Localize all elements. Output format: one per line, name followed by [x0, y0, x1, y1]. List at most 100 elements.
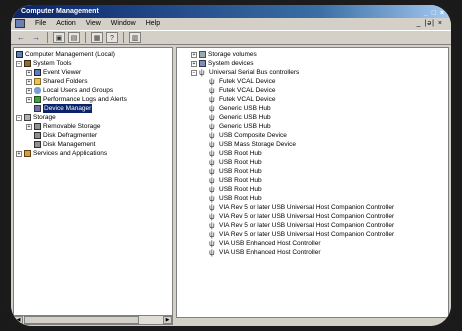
device-item[interactable]: ψ USB Root Hub [209, 149, 262, 158]
device-manager-icon [34, 105, 41, 112]
tree-item-label: Computer Management (Local) [25, 51, 115, 58]
mdi-controls[interactable]: _ |ə| × [417, 18, 443, 30]
device-category-storage-volumes[interactable]: + Storage volumes [191, 50, 257, 59]
device-label: USB Root Hub [219, 177, 262, 184]
device-item[interactable]: ψ VIA USB Enhanced Host Controller [209, 239, 321, 248]
device-category-label: Universal Serial Bus controllers [209, 69, 300, 76]
device-item[interactable]: ψ Generic USB Hub [209, 113, 271, 122]
tree-item-storage[interactable]: − Storage [16, 113, 56, 122]
device-list[interactable]: + Storage volumes + System devices − ψ U… [176, 47, 449, 325]
forward-icon[interactable]: → [30, 32, 42, 43]
device-category-usb-controllers[interactable]: − ψ Universal Serial Bus controllers [191, 68, 299, 77]
tree-item-system-tools[interactable]: − System Tools [16, 59, 72, 68]
usb-icon: ψ [209, 203, 215, 212]
device-item[interactable]: ψ Futek VCAL Device [209, 95, 275, 104]
tree-item-label: System Tools [33, 60, 72, 67]
device-label: USB Root Hub [219, 150, 262, 157]
menu-file[interactable]: File [35, 18, 46, 30]
tree-item-label: Disk Management [43, 141, 96, 148]
tree-item-event-viewer[interactable]: + Event Viewer [26, 68, 81, 77]
window-title: Computer Management [21, 8, 99, 15]
expand-icon[interactable]: + [191, 60, 197, 67]
title-bar[interactable]: Computer Management _ □ × [11, 5, 451, 18]
expand-icon[interactable]: + [26, 69, 32, 76]
properties-icon[interactable]: ▤ [68, 32, 80, 43]
scroll-right-icon[interactable]: ▶ [163, 316, 172, 324]
users-icon [34, 87, 41, 94]
toolbar-separator [47, 32, 48, 43]
device-item[interactable]: ψ USB Mass Storage Device [209, 140, 296, 149]
device-item[interactable]: ψ USB Root Hub [209, 194, 262, 203]
scroll-left-icon[interactable]: ◀ [14, 316, 23, 324]
tree-item-services[interactable]: + Services and Applications [16, 149, 107, 158]
device-label: VIA USB Enhanced Host Controller [219, 249, 321, 256]
usb-icon: ψ [209, 86, 215, 95]
toolbar: ← → ▣ ▤ ▦ ? ▥ [11, 30, 451, 45]
expand-icon[interactable]: + [26, 123, 32, 130]
usb-icon: ψ [209, 248, 215, 257]
menu-action[interactable]: Action [56, 18, 75, 30]
back-icon[interactable]: ← [15, 32, 27, 43]
tree-item-local-users[interactable]: + Local Users and Groups [26, 86, 113, 95]
device-label: USB Root Hub [219, 186, 262, 193]
menu-bar: File Action View Window Help _ |ə| × [11, 18, 451, 30]
device-item[interactable]: ψ VIA Rev 5 or later USB Universal Host C… [209, 221, 394, 230]
usb-icon: ψ [209, 176, 215, 185]
device-item[interactable]: ψ Generic USB Hub [209, 104, 271, 113]
tree-item-shared-folders[interactable]: + Shared Folders [26, 77, 87, 86]
expand-icon[interactable]: + [191, 51, 197, 58]
expand-icon[interactable]: + [26, 96, 32, 103]
device-item[interactable]: ψ Futek VCAL Device [209, 77, 275, 86]
collapse-icon[interactable]: − [191, 69, 197, 76]
tree-item-disk-defragmenter[interactable]: Disk Defragmenter [34, 131, 97, 140]
help-icon[interactable]: ? [106, 32, 118, 43]
refresh-icon[interactable]: ▥ [129, 32, 141, 43]
tree-item-label: Shared Folders [43, 78, 88, 85]
collapse-icon[interactable]: − [16, 60, 22, 67]
usb-icon: ψ [209, 140, 215, 149]
console-tree[interactable]: Computer Management (Local) − System Too… [13, 47, 173, 325]
device-item[interactable]: ψ USB Root Hub [209, 158, 262, 167]
tree-item-performance-logs[interactable]: + Performance Logs and Alerts [26, 95, 127, 104]
horizontal-scrollbar[interactable]: ◀ ▶ [14, 315, 172, 324]
device-item[interactable]: ψ VIA Rev 5 or later USB Universal Host C… [209, 203, 394, 212]
device-item[interactable]: ψ VIA USB Enhanced Host Controller [209, 248, 321, 257]
device-label: VIA USB Enhanced Host Controller [219, 240, 321, 247]
device-item[interactable]: ψ USB Root Hub [209, 185, 262, 194]
device-item[interactable]: ψ VIA Rev 5 or later USB Universal Host C… [209, 212, 394, 221]
print-icon[interactable]: ▦ [91, 32, 103, 43]
computer-management-icon[interactable] [15, 19, 25, 28]
collapse-icon[interactable]: − [16, 114, 22, 121]
device-item[interactable]: ψ USB Root Hub [209, 167, 262, 176]
tree-item-removable-storage[interactable]: + Removable Storage [26, 122, 100, 131]
tree-item-disk-management[interactable]: Disk Management [34, 140, 95, 149]
tree-item-label: Device Manager [43, 104, 93, 113]
services-icon [24, 150, 31, 157]
tree-item-root[interactable]: Computer Management (Local) [16, 50, 115, 59]
device-item[interactable]: ψ USB Root Hub [209, 176, 262, 185]
usb-icon: ψ [209, 212, 215, 221]
tree-item-device-manager[interactable]: Device Manager [34, 104, 93, 113]
usb-icon: ψ [209, 104, 215, 113]
device-item[interactable]: ψ VIA Rev 5 or later USB Universal Host C… [209, 230, 394, 239]
device-label: VIA Rev 5 or later USB Universal Host Co… [219, 231, 395, 238]
device-category-system-devices[interactable]: + System devices [191, 59, 254, 68]
menu-help[interactable]: Help [146, 18, 160, 30]
device-item[interactable]: ψ USB Composite Device [209, 131, 287, 140]
menu-window[interactable]: Window [111, 18, 136, 30]
defragmenter-icon [34, 132, 41, 139]
expand-icon[interactable]: + [26, 78, 32, 85]
up-icon[interactable]: ▣ [53, 32, 65, 43]
status-bar [176, 317, 449, 325]
device-item[interactable]: ψ Generic USB Hub [209, 122, 271, 131]
usb-icon: ψ [209, 77, 215, 86]
expand-icon[interactable]: + [26, 87, 32, 94]
expand-icon[interactable]: + [16, 150, 22, 157]
device-item[interactable]: ψ Futek VCAL Device [209, 86, 275, 95]
scroll-thumb[interactable] [24, 316, 139, 324]
menu-view[interactable]: View [86, 18, 101, 30]
toolbar-separator [123, 32, 124, 43]
usb-icon: ψ [209, 185, 215, 194]
folder-icon [34, 78, 41, 85]
tree-item-label: Disk Defragmenter [43, 132, 98, 139]
